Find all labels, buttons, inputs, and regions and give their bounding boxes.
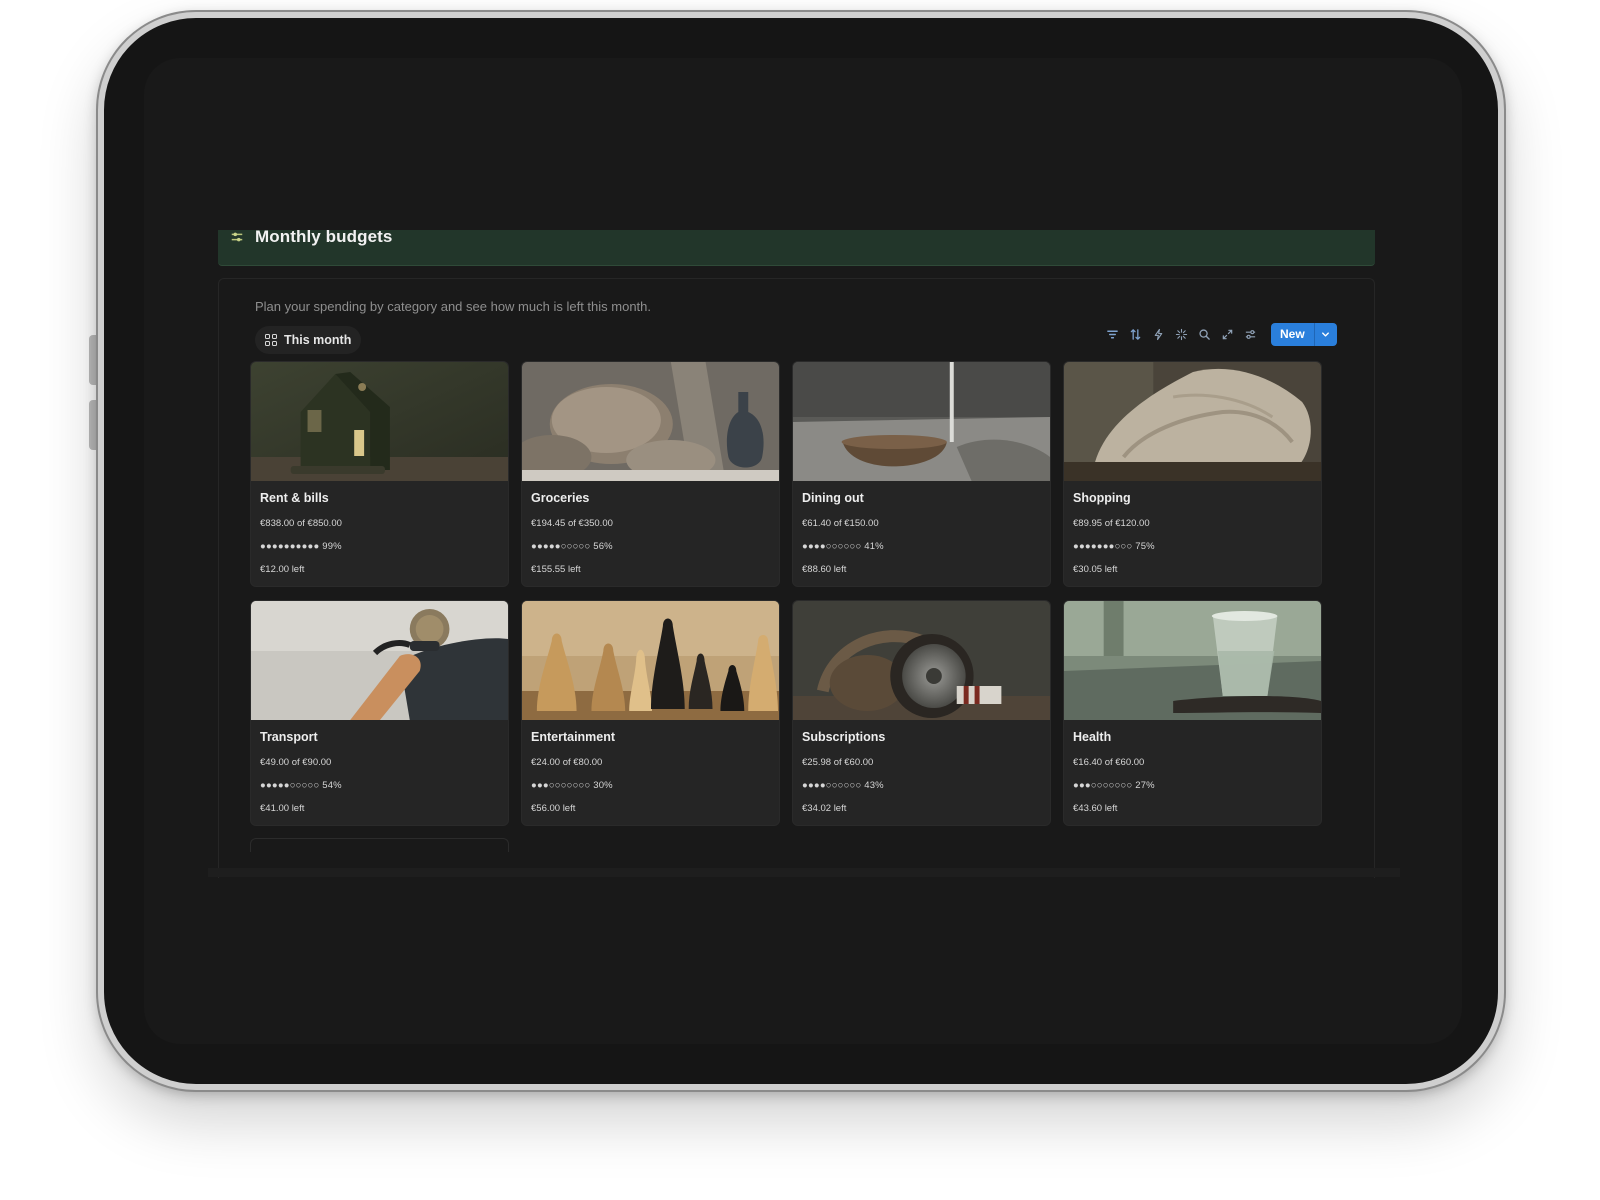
tab-label: This month — [284, 333, 352, 347]
card-amount: €838.00 of €850.00 — [260, 518, 342, 529]
budget-card-transport[interactable]: Transport €49.00 of €90.00 ●●●●●○○○○○ 54… — [250, 600, 509, 826]
gallery-grid-icon — [265, 334, 277, 346]
budget-card-subscriptions[interactable]: Subscriptions €25.98 of €60.00 ●●●●○○○○○… — [792, 600, 1051, 826]
card-progress: ●●●●○○○○○○ 43% — [802, 780, 884, 791]
card-cover-image — [251, 362, 508, 481]
budget-card-groceries[interactable]: Groceries €194.45 of €350.00 ●●●●●○○○○○ … — [521, 361, 780, 587]
card-progress: ●●●●●○○○○○ 56% — [531, 541, 613, 552]
card-title: Health — [1073, 730, 1112, 744]
card-title: Dining out — [802, 491, 864, 505]
chevron-down-icon[interactable] — [1315, 323, 1337, 346]
expand-icon[interactable] — [1219, 326, 1236, 343]
panel-bottom-edge — [208, 868, 1400, 877]
card-remaining: €56.00 left — [531, 803, 576, 814]
card-title: Shopping — [1073, 491, 1131, 505]
card-cover-image — [522, 601, 779, 720]
card-title: Entertainment — [531, 730, 616, 744]
card-amount: €61.40 of €150.00 — [802, 518, 879, 529]
card-progress: ●●●●●●●○○○ 75% — [1073, 541, 1155, 552]
card-amount: €24.00 of €80.00 — [531, 757, 603, 768]
card-amount: €25.98 of €60.00 — [802, 757, 874, 768]
database-toolbar: New — [1104, 322, 1337, 346]
budget-sliders-icon — [230, 230, 248, 248]
filter-icon[interactable] — [1104, 326, 1121, 343]
page-header-banner: Monthly budgets — [218, 227, 1375, 266]
budget-card-shopping[interactable]: Shopping €89.95 of €120.00 ●●●●●●●○○○ 75… — [1063, 361, 1322, 587]
card-title: Subscriptions — [802, 730, 886, 744]
card-progress: ●●●●○○○○○○ 41% — [802, 541, 884, 552]
new-button[interactable]: New — [1271, 322, 1337, 346]
budget-card-entertainment[interactable]: Entertainment €24.00 of €80.00 ●●●○○○○○○… — [521, 600, 780, 826]
card-cover-image — [793, 601, 1050, 720]
budget-card-rent-bills[interactable]: Rent & bills €838.00 of €850.00 ●●●●●●●●… — [250, 361, 509, 587]
card-remaining: €88.60 left — [802, 564, 847, 575]
card-remaining: €41.00 left — [260, 803, 305, 814]
page-description: Plan your spending by category and see h… — [255, 299, 651, 314]
card-amount: €49.00 of €90.00 — [260, 757, 332, 768]
card-progress: ●●●○○○○○○○ 30% — [531, 780, 613, 791]
card-remaining: €34.02 left — [802, 803, 847, 814]
tablet-screen: Monthly budgets Plan your spending by ca… — [144, 58, 1462, 1044]
card-amount: €16.40 of €60.00 — [1073, 757, 1145, 768]
card-amount: €89.95 of €120.00 — [1073, 518, 1150, 529]
card-title: Transport — [260, 730, 318, 744]
new-button-label: New — [1280, 327, 1305, 341]
automation-icon[interactable] — [1150, 326, 1167, 343]
card-cover-image — [522, 362, 779, 481]
ai-sparkle-icon[interactable] — [1173, 326, 1190, 343]
card-amount: €194.45 of €350.00 — [531, 518, 613, 529]
card-remaining: €43.60 left — [1073, 803, 1118, 814]
card-remaining: €12.00 left — [260, 564, 305, 575]
card-remaining: €30.05 left — [1073, 564, 1118, 575]
card-progress: ●●●●●○○○○○ 54% — [260, 780, 342, 791]
card-cover-image — [793, 362, 1050, 481]
card-cover-image — [1064, 601, 1321, 720]
card-title: Groceries — [531, 491, 590, 505]
tab-this-month[interactable]: This month — [255, 326, 362, 354]
card-cover-image — [251, 601, 508, 720]
budget-card-partial[interactable] — [250, 838, 509, 852]
sort-icon[interactable] — [1127, 326, 1144, 343]
budget-card-dining-out[interactable]: Dining out €61.40 of €150.00 ●●●●○○○○○○ … — [792, 361, 1051, 587]
card-cover-image — [1064, 362, 1321, 481]
search-icon[interactable] — [1196, 326, 1213, 343]
settings-sliders-icon[interactable] — [1242, 326, 1259, 343]
budget-card-health[interactable]: Health €16.40 of €60.00 ●●●○○○○○○○ 27% €… — [1063, 600, 1322, 826]
page-title: Monthly budgets — [255, 227, 393, 246]
card-remaining: €155.55 left — [531, 564, 581, 575]
card-progress: ●●●●●●●●●● 99% — [260, 541, 342, 552]
card-title: Rent & bills — [260, 491, 329, 505]
card-progress: ●●●○○○○○○○ 27% — [1073, 780, 1155, 791]
